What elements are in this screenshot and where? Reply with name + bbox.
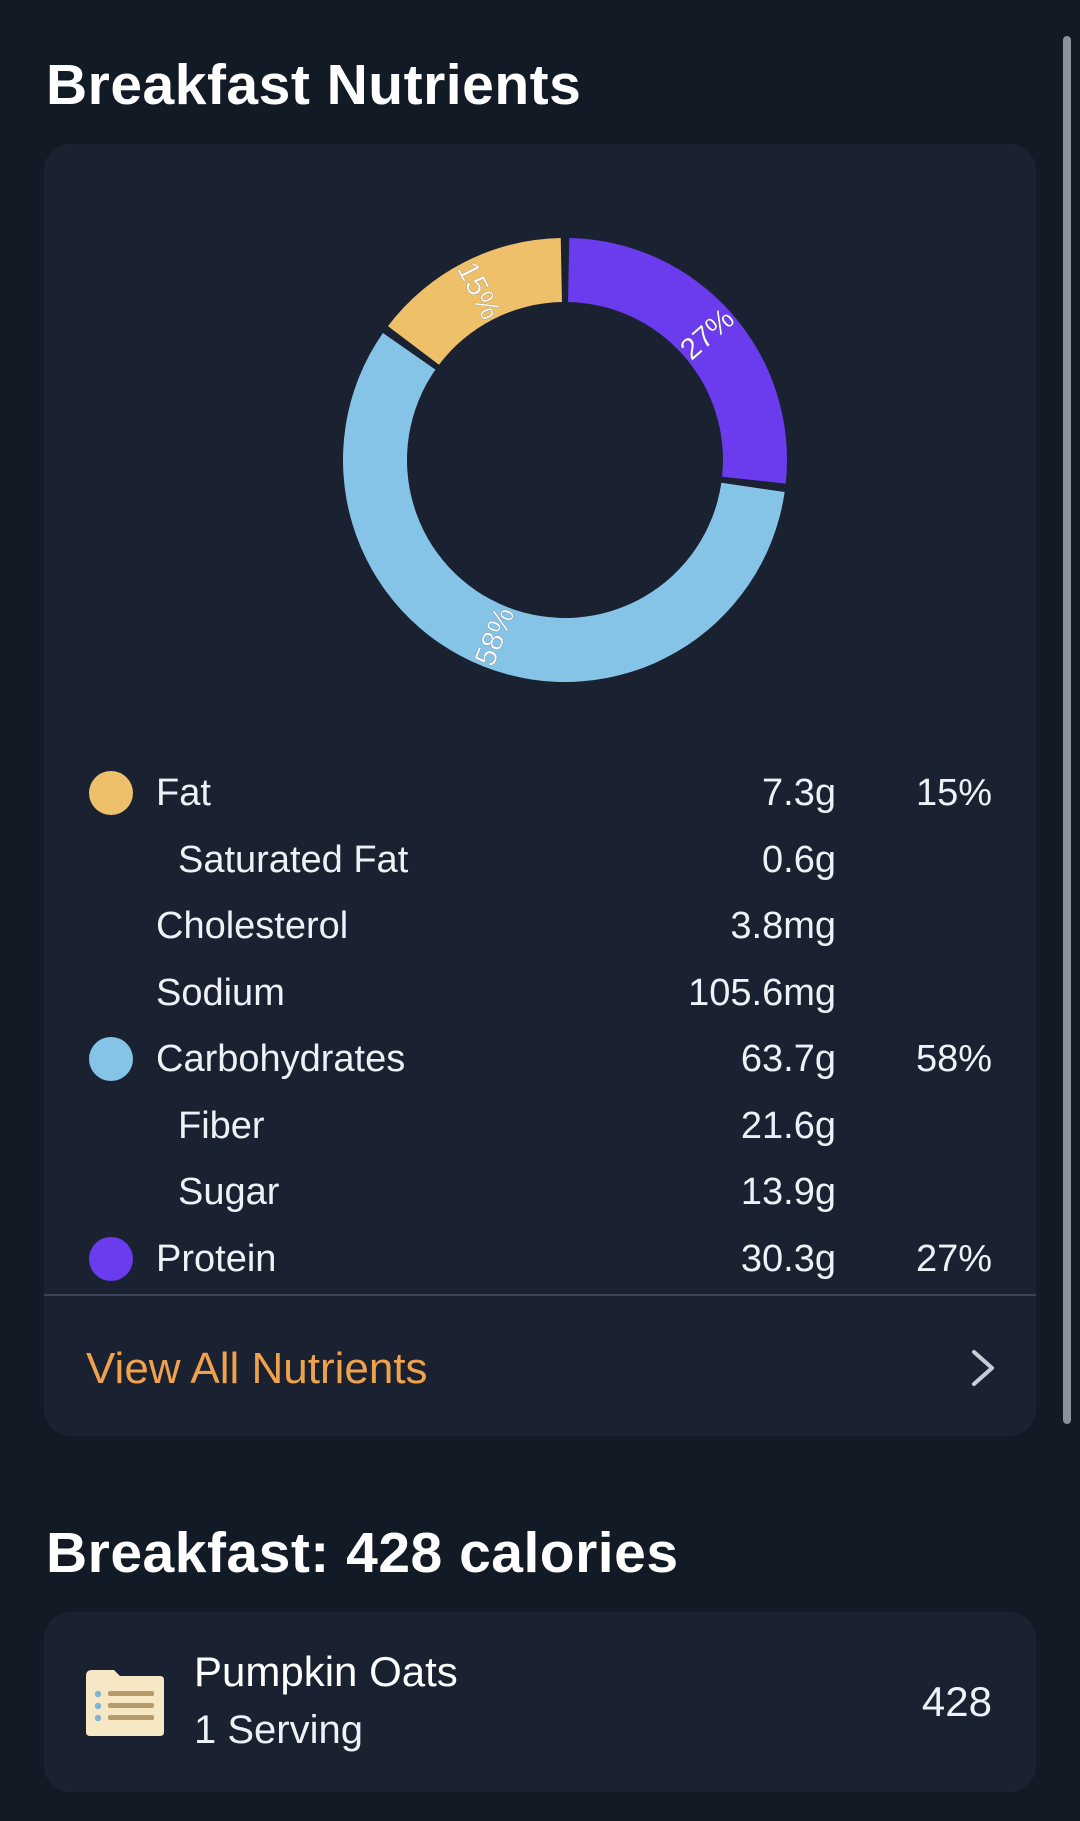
fat-legend-dot [89, 771, 133, 815]
food-name: Pumpkin Oats [194, 1648, 458, 1695]
meal-calories-title: Breakfast: 428 calories [46, 1521, 679, 1585]
nutrient-amount: 30.3g [740, 1238, 836, 1280]
nutrient-name: Cholesterol [156, 905, 349, 947]
nutrient-row-fat: Fat 7.3g 15% [44, 760, 1036, 826]
nutrients-card: 27% 58% 15% Fat 7.3g 15% Saturated Fat 0.6… [44, 144, 1036, 1436]
carbohydrates-legend-dot [89, 1037, 133, 1081]
scrollbar[interactable] [1063, 36, 1071, 1424]
nutrient-name: Sodium [156, 972, 285, 1014]
nutrient-name: Sugar [178, 1171, 280, 1213]
nutrient-amount: 105.6mg [688, 972, 836, 1014]
donut-slice-protein [568, 238, 787, 484]
nutrient-percent: 27% [915, 1238, 992, 1280]
nutrient-amount: 63.7g [740, 1038, 836, 1080]
nutrient-percent: 58% [915, 1038, 992, 1080]
nutrient-amount: 7.3g [762, 772, 836, 814]
nutrient-name: Carbohydrates [156, 1038, 406, 1080]
protein-legend-dot [89, 1237, 133, 1281]
nutrient-amount: 21.6g [740, 1105, 836, 1147]
recipe-card-icon [86, 1670, 164, 1736]
nutrient-name: Protein [156, 1238, 277, 1280]
macronutrient-donut-chart: 27%58%15% [343, 238, 787, 682]
nutrient-percent: 15% [915, 772, 992, 814]
food-calories: 428 [921, 1678, 992, 1725]
nutrient-name: Fat [156, 772, 211, 814]
breakfast-nutrients-screen: Breakfast Nutrients 27% 58% 15% Fat 7.3g 1… [0, 0, 1080, 1821]
nutrient-amount: 3.8mg [730, 905, 836, 947]
nutrient-row-sugar: Sugar 13.9g [44, 1159, 1036, 1225]
nutrient-row-carbohydrates: Carbohydrates 63.7g 58% [44, 1026, 1036, 1092]
nutrients-section-title: Breakfast Nutrients [46, 53, 582, 117]
food-item-pumpkin-oats[interactable]: Pumpkin Oats 1 Serving 428 [44, 1612, 1036, 1792]
nutrient-amount: 0.6g [762, 839, 836, 881]
nutrient-row-saturated-fat: Saturated Fat 0.6g [44, 827, 1036, 893]
food-list-card: Pumpkin Oats 1 Serving 428 [44, 1612, 1036, 1792]
nutrient-name: Fiber [178, 1105, 265, 1147]
nutrient-row-protein: Protein 30.3g 27% [44, 1226, 1036, 1292]
nutrient-row-sodium: Sodium 105.6mg [44, 960, 1036, 1026]
nutrient-name: Saturated Fat [178, 839, 409, 881]
chevron-right-icon [972, 1350, 994, 1386]
view-all-nutrients-button[interactable]: View All Nutrients [44, 1296, 1036, 1436]
nutrient-row-cholesterol: Cholesterol 3.8mg [44, 893, 1036, 959]
view-all-nutrients-label: View All Nutrients [86, 1344, 428, 1393]
food-serving: 1 Serving [194, 1708, 363, 1752]
nutrient-row-fiber: Fiber 21.6g [44, 1093, 1036, 1159]
nutrient-amount: 13.9g [740, 1171, 836, 1213]
